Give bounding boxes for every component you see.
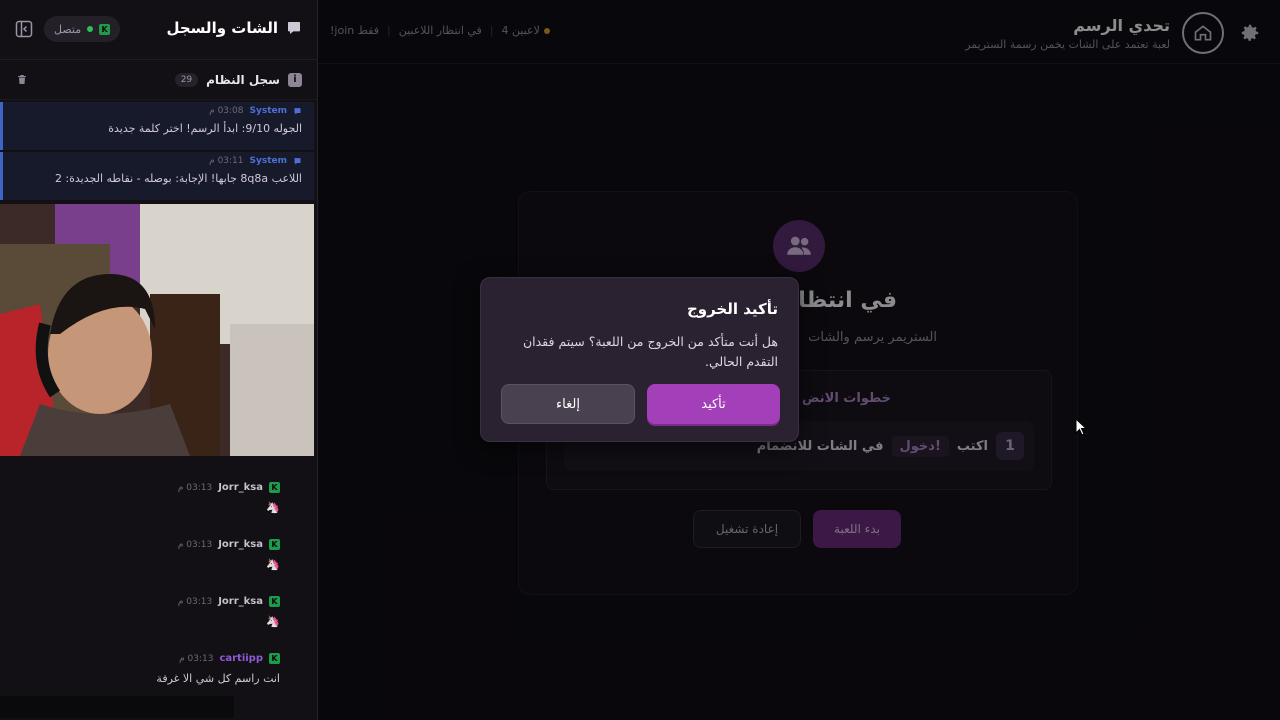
sidebar-header: الشات والسجل متصل K bbox=[0, 0, 318, 60]
sidebar-title-group: الشات والسجل bbox=[166, 19, 302, 37]
info-icon: i bbox=[288, 72, 302, 87]
chat-bubble-icon bbox=[294, 107, 301, 114]
message-meta: System 03:08 م bbox=[15, 106, 302, 116]
message-meta: System 03:11 م bbox=[15, 156, 302, 166]
message-time: 03:13 م bbox=[179, 653, 214, 664]
system-log-title: سجل النظام bbox=[206, 72, 280, 87]
message-text: انت راسم كل شي الا غرفة bbox=[156, 672, 280, 685]
chat-input-area[interactable] bbox=[0, 696, 234, 718]
chat-message: K Jorr_ksa 03:13 م 🦄 bbox=[0, 539, 314, 593]
collapse-sidebar-icon[interactable] bbox=[14, 19, 34, 39]
trash-icon[interactable] bbox=[16, 73, 28, 86]
message-meta: K Jorr_ksa 03:13 م bbox=[12, 482, 280, 493]
cancel-button[interactable]: إلغاء bbox=[501, 384, 635, 424]
message-text: الجوله 9/10: ابدأ الرسم! اختر كلمة جديدة bbox=[108, 122, 302, 135]
online-dot-icon bbox=[87, 26, 94, 32]
message-meta: K Jorr_ksa 03:13 م bbox=[12, 596, 280, 607]
online-badge: متصل K bbox=[44, 16, 121, 42]
dialog-message: هل أنت متأكد من الخروج من اللعبة؟ سيتم ف… bbox=[522, 334, 778, 369]
sidebar-title: الشات والسجل bbox=[166, 19, 278, 37]
message-time: 03:08 م bbox=[209, 106, 244, 116]
confirm-button[interactable]: تأكيد bbox=[647, 384, 780, 424]
webcam-overlay bbox=[0, 204, 314, 456]
chat-username[interactable]: cartiipp bbox=[219, 653, 263, 664]
system-log-header[interactable]: i سجل النظام 29 bbox=[0, 60, 318, 100]
message-text: 🦄 bbox=[266, 501, 280, 514]
modal-backdrop[interactable] bbox=[318, 0, 1280, 720]
sender-name: System bbox=[249, 106, 288, 116]
kick-logo-icon: K bbox=[269, 653, 280, 664]
message-text: 🦄 bbox=[266, 615, 280, 628]
chat-message: K Jorr_ksa 03:13 م 🦄 bbox=[0, 596, 314, 650]
kick-logo-icon: K bbox=[269, 596, 280, 607]
system-message: System 03:08 م الجوله 9/10: ابدأ الرسم! … bbox=[0, 102, 314, 150]
system-log-count: 29 bbox=[174, 72, 199, 87]
chat-username[interactable]: Jorr_ksa bbox=[218, 596, 263, 607]
online-label: متصل bbox=[54, 22, 82, 36]
message-time: 03:13 م bbox=[177, 539, 213, 550]
sender-name: System bbox=[249, 156, 288, 166]
message-time: 03:13 م bbox=[177, 596, 213, 607]
chat-message: K Jorr_ksa 03:13 م 🦄 bbox=[0, 482, 314, 536]
dialog-title: تأكيد الخروج bbox=[686, 300, 778, 318]
message-meta: K Jorr_ksa 03:13 م bbox=[12, 539, 280, 550]
webcam-image bbox=[0, 204, 314, 456]
kick-logo-icon: K bbox=[269, 482, 280, 493]
message-time: 03:11 م bbox=[209, 156, 244, 166]
message-text: اللاعب 8q8a جابها! الإجابة: بوصله - نقاط… bbox=[54, 172, 302, 185]
kick-logo-icon: K bbox=[99, 23, 111, 35]
system-message: System 03:11 م اللاعب 8q8a جابها! الإجاب… bbox=[0, 152, 314, 200]
chat-username[interactable]: Jorr_ksa bbox=[218, 539, 263, 550]
chat-sidebar: الشات والسجل متصل K i سجل النظام 29 Syst… bbox=[0, 0, 318, 720]
chat-bubble-icon bbox=[294, 157, 301, 164]
message-meta: K cartiipp 03:13 م bbox=[12, 653, 280, 664]
message-text: 🦄 bbox=[266, 558, 280, 571]
message-time: 03:13 م bbox=[177, 482, 213, 493]
chat-username[interactable]: Jorr_ksa bbox=[218, 482, 263, 493]
kick-logo-icon: K bbox=[269, 539, 280, 550]
exit-confirm-dialog: تأكيد الخروج هل أنت متأكد من الخروج من ا… bbox=[480, 277, 799, 442]
mouse-cursor-icon bbox=[1075, 418, 1087, 436]
chat-bubble-icon bbox=[288, 22, 300, 34]
